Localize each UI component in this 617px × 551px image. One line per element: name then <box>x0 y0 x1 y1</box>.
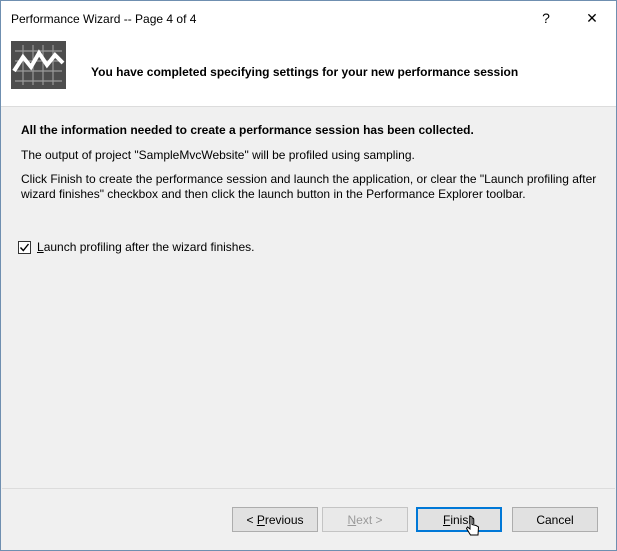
button-separator <box>2 488 615 489</box>
summary-text: All the information needed to create a p… <box>21 123 474 137</box>
close-button[interactable]: ✕ <box>569 1 615 35</box>
cancel-button[interactable]: Cancel <box>512 507 598 532</box>
mouse-pointer-icon <box>465 515 480 542</box>
instructions-text: Click Finish to create the performance s… <box>21 172 597 201</box>
launch-profiling-checkbox-row[interactable]: Launch profiling after the wizard finish… <box>18 240 254 254</box>
launch-profiling-checkbox[interactable] <box>18 240 31 254</box>
wizard-heading: You have completed specifying settings f… <box>91 65 519 79</box>
launch-profiling-label[interactable]: Launch profiling after the wizard finish… <box>37 240 254 254</box>
help-button[interactable]: ? <box>523 1 569 35</box>
performance-wizard-dialog: Performance Wizard -- Page 4 of 4 ? ✕ Yo… <box>0 0 617 551</box>
finish-button[interactable]: Finish <box>416 507 502 532</box>
wizard-header: You have completed specifying settings f… <box>1 35 616 107</box>
close-icon: ✕ <box>586 9 598 26</box>
performance-chart-icon <box>11 41 66 89</box>
title-bar: Performance Wizard -- Page 4 of 4 ? ✕ <box>1 1 616 35</box>
checkmark-icon <box>19 243 30 252</box>
project-text: The output of project "SampleMvcWebsite"… <box>21 148 415 162</box>
previous-button[interactable]: < Previous <box>232 507 318 532</box>
window-title: Performance Wizard -- Page 4 of 4 <box>11 12 197 26</box>
next-button[interactable]: Next > <box>322 507 408 532</box>
